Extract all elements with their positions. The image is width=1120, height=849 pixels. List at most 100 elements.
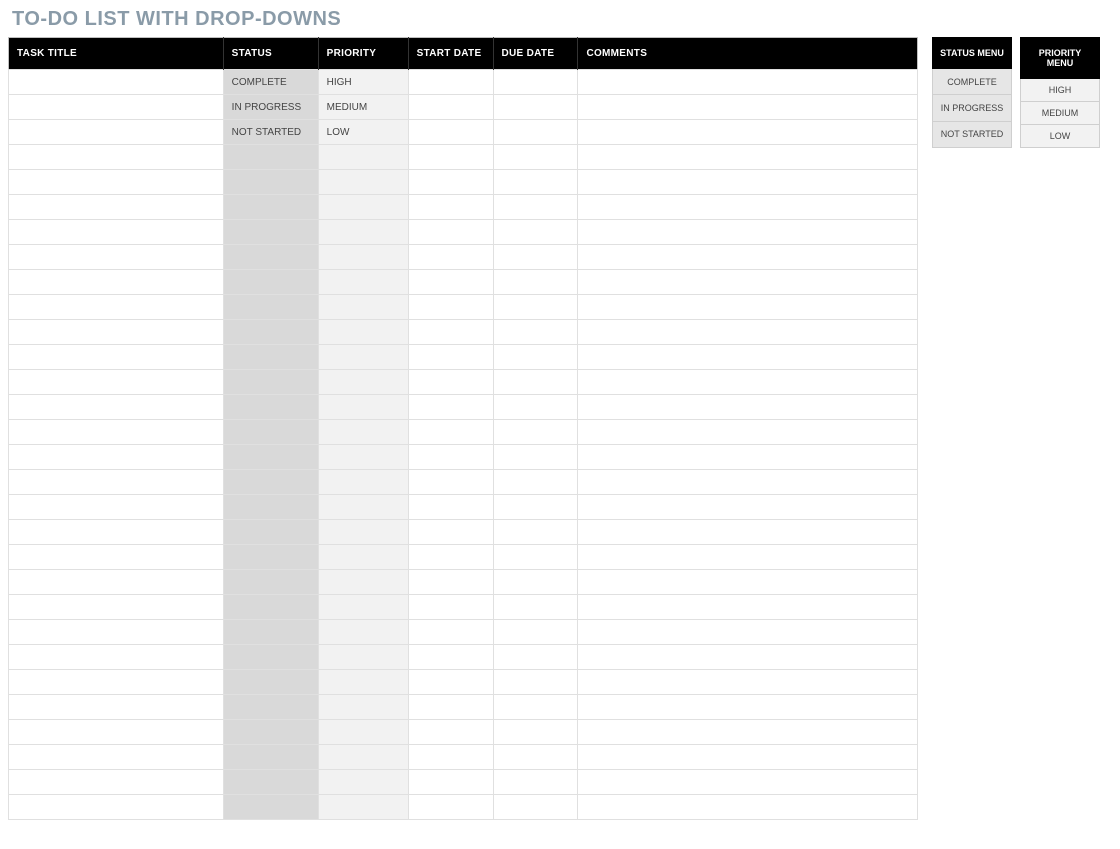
cell-task-title[interactable] bbox=[9, 720, 224, 745]
cell-due-date[interactable] bbox=[493, 670, 578, 695]
cell-start-date[interactable] bbox=[408, 695, 493, 720]
cell-due-date[interactable] bbox=[493, 120, 578, 145]
cell-status[interactable]: NOT STARTED bbox=[223, 120, 318, 145]
cell-priority[interactable]: LOW bbox=[318, 120, 408, 145]
cell-start-date[interactable] bbox=[408, 420, 493, 445]
cell-priority[interactable] bbox=[318, 720, 408, 745]
cell-priority[interactable] bbox=[318, 220, 408, 245]
cell-task-title[interactable] bbox=[9, 445, 224, 470]
cell-comments[interactable] bbox=[578, 120, 918, 145]
cell-due-date[interactable] bbox=[493, 95, 578, 120]
cell-status[interactable] bbox=[223, 320, 318, 345]
cell-comments[interactable] bbox=[578, 320, 918, 345]
cell-comments[interactable] bbox=[578, 745, 918, 770]
cell-start-date[interactable] bbox=[408, 795, 493, 820]
cell-task-title[interactable] bbox=[9, 320, 224, 345]
priority-menu-item[interactable]: MEDIUM bbox=[1021, 102, 1100, 125]
cell-priority[interactable] bbox=[318, 270, 408, 295]
cell-priority[interactable] bbox=[318, 195, 408, 220]
cell-task-title[interactable] bbox=[9, 70, 224, 95]
cell-status[interactable] bbox=[223, 495, 318, 520]
cell-task-title[interactable] bbox=[9, 520, 224, 545]
cell-priority[interactable] bbox=[318, 395, 408, 420]
cell-task-title[interactable] bbox=[9, 495, 224, 520]
cell-priority[interactable] bbox=[318, 645, 408, 670]
cell-status[interactable] bbox=[223, 745, 318, 770]
cell-status[interactable] bbox=[223, 145, 318, 170]
cell-status[interactable] bbox=[223, 445, 318, 470]
cell-due-date[interactable] bbox=[493, 195, 578, 220]
cell-task-title[interactable] bbox=[9, 745, 224, 770]
cell-priority[interactable] bbox=[318, 295, 408, 320]
cell-task-title[interactable] bbox=[9, 220, 224, 245]
cell-due-date[interactable] bbox=[493, 445, 578, 470]
cell-status[interactable] bbox=[223, 570, 318, 595]
cell-due-date[interactable] bbox=[493, 70, 578, 95]
cell-priority[interactable] bbox=[318, 170, 408, 195]
cell-priority[interactable] bbox=[318, 545, 408, 570]
cell-status[interactable]: IN PROGRESS bbox=[223, 95, 318, 120]
cell-start-date[interactable] bbox=[408, 520, 493, 545]
cell-comments[interactable] bbox=[578, 795, 918, 820]
cell-start-date[interactable] bbox=[408, 770, 493, 795]
priority-menu-item[interactable]: HIGH bbox=[1021, 79, 1100, 102]
cell-due-date[interactable] bbox=[493, 620, 578, 645]
cell-priority[interactable] bbox=[318, 445, 408, 470]
cell-start-date[interactable] bbox=[408, 595, 493, 620]
cell-comments[interactable] bbox=[578, 195, 918, 220]
cell-due-date[interactable] bbox=[493, 270, 578, 295]
cell-task-title[interactable] bbox=[9, 120, 224, 145]
cell-status[interactable] bbox=[223, 170, 318, 195]
cell-due-date[interactable] bbox=[493, 645, 578, 670]
cell-comments[interactable] bbox=[578, 495, 918, 520]
cell-status[interactable] bbox=[223, 370, 318, 395]
cell-task-title[interactable] bbox=[9, 795, 224, 820]
cell-task-title[interactable] bbox=[9, 570, 224, 595]
cell-due-date[interactable] bbox=[493, 470, 578, 495]
cell-comments[interactable] bbox=[578, 395, 918, 420]
cell-start-date[interactable] bbox=[408, 445, 493, 470]
cell-due-date[interactable] bbox=[493, 745, 578, 770]
cell-due-date[interactable] bbox=[493, 495, 578, 520]
status-menu-item[interactable]: NOT STARTED bbox=[933, 121, 1012, 147]
cell-status[interactable] bbox=[223, 520, 318, 545]
cell-due-date[interactable] bbox=[493, 595, 578, 620]
cell-status[interactable] bbox=[223, 795, 318, 820]
cell-priority[interactable] bbox=[318, 470, 408, 495]
cell-status[interactable] bbox=[223, 720, 318, 745]
cell-start-date[interactable] bbox=[408, 220, 493, 245]
cell-due-date[interactable] bbox=[493, 145, 578, 170]
cell-task-title[interactable] bbox=[9, 420, 224, 445]
cell-comments[interactable] bbox=[578, 220, 918, 245]
cell-comments[interactable] bbox=[578, 295, 918, 320]
cell-comments[interactable] bbox=[578, 695, 918, 720]
cell-status[interactable] bbox=[223, 670, 318, 695]
cell-comments[interactable] bbox=[578, 270, 918, 295]
cell-due-date[interactable] bbox=[493, 220, 578, 245]
cell-task-title[interactable] bbox=[9, 395, 224, 420]
cell-status[interactable] bbox=[223, 595, 318, 620]
cell-start-date[interactable] bbox=[408, 670, 493, 695]
cell-due-date[interactable] bbox=[493, 370, 578, 395]
cell-priority[interactable] bbox=[318, 770, 408, 795]
cell-status[interactable] bbox=[223, 420, 318, 445]
cell-priority[interactable]: MEDIUM bbox=[318, 95, 408, 120]
cell-status[interactable] bbox=[223, 695, 318, 720]
cell-start-date[interactable] bbox=[408, 320, 493, 345]
cell-due-date[interactable] bbox=[493, 395, 578, 420]
status-menu-item[interactable]: COMPLETE bbox=[933, 69, 1012, 95]
cell-comments[interactable] bbox=[578, 520, 918, 545]
cell-due-date[interactable] bbox=[493, 520, 578, 545]
cell-priority[interactable] bbox=[318, 620, 408, 645]
cell-start-date[interactable] bbox=[408, 95, 493, 120]
cell-start-date[interactable] bbox=[408, 70, 493, 95]
cell-start-date[interactable] bbox=[408, 645, 493, 670]
cell-task-title[interactable] bbox=[9, 545, 224, 570]
cell-start-date[interactable] bbox=[408, 620, 493, 645]
cell-task-title[interactable] bbox=[9, 195, 224, 220]
cell-due-date[interactable] bbox=[493, 770, 578, 795]
cell-start-date[interactable] bbox=[408, 370, 493, 395]
cell-comments[interactable] bbox=[578, 645, 918, 670]
cell-due-date[interactable] bbox=[493, 720, 578, 745]
cell-priority[interactable] bbox=[318, 345, 408, 370]
